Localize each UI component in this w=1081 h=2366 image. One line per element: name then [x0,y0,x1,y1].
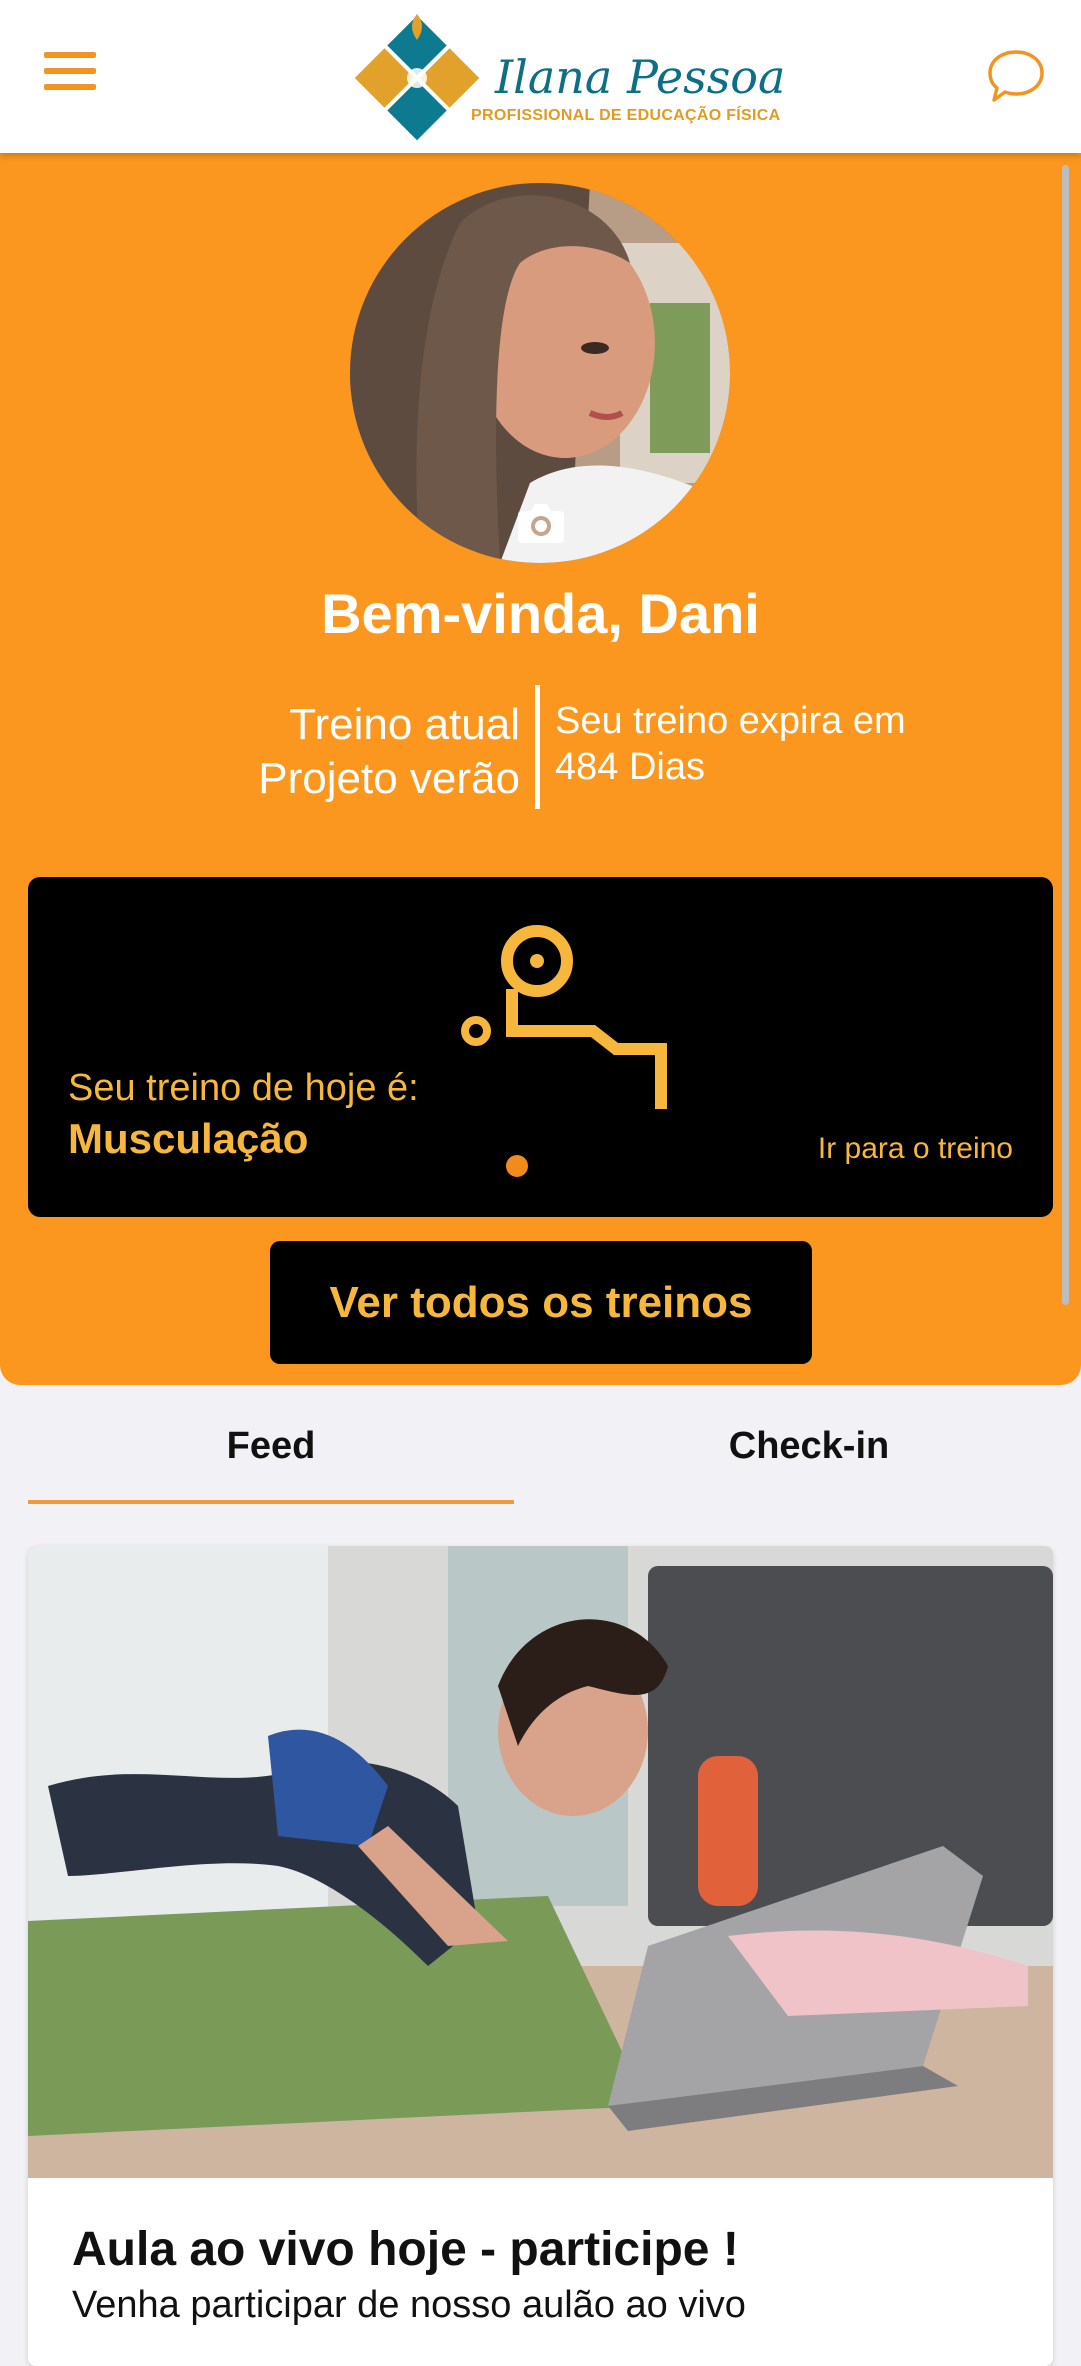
current-workout-name: Projeto verão [258,754,520,803]
info-divider [535,685,540,809]
brand-name: Ilana Pessoa [495,50,786,104]
top-app-bar: Ilana Pessoa PROFISSIONAL DE EDUCAÇÃO FÍ… [0,0,1081,153]
expires-label: Seu treino expira em [555,700,906,742]
scrollbar[interactable] [1062,165,1069,1305]
feed-post-title: Aula ao vivo hoje - participe ! [72,2223,739,2276]
brand-subtitle: PROFISSIONAL DE EDUCAÇÃO FÍSICA [471,107,781,124]
feed-post-subtitle: Venha participar de nosso aulão ao vivo [72,2284,746,2326]
expiry-info: Seu treino expira em 484 Dias [555,698,906,790]
chat-bubble-icon[interactable] [986,46,1046,106]
feed-post-image [28,1546,1053,2178]
today-workout-label: Seu treino de hoje é: [68,1067,419,1109]
weight-bench-icon [461,925,667,1109]
brand-emblem-icon [354,14,480,141]
active-tab-indicator [28,1500,514,1504]
expires-value: 484 Dias [555,746,705,788]
hamburger-menu-icon[interactable] [44,52,108,104]
view-all-workouts-button[interactable]: Ver todos os treinos [270,1241,812,1364]
feed-post-card[interactable]: Aula ao vivo hoje - participe ! Venha pa… [28,1546,1053,2366]
current-workout-label: Treino atual [289,700,520,749]
welcome-heading: Bem-vinda, Dani [321,582,760,645]
today-workout-card[interactable]: Seu treino de hoje é: Musculação Ir para… [28,877,1053,1217]
profile-hero: Bem-vinda, Dani Treino atual Projeto ver… [0,153,1081,1385]
brand-logo: Ilana Pessoa PROFISSIONAL DE EDUCAÇÃO FÍ… [345,10,785,146]
tab-feed[interactable]: Feed [28,1425,514,1501]
current-workout-info: Treino atual Projeto verão [258,698,520,806]
carousel-indicator[interactable] [506,1155,528,1177]
go-to-workout-link[interactable]: Ir para o treino [818,1132,1013,1166]
camera-icon[interactable] [516,501,566,545]
today-workout-name: Musculação [68,1115,309,1162]
tab-checkin[interactable]: Check-in [566,1425,1052,1501]
